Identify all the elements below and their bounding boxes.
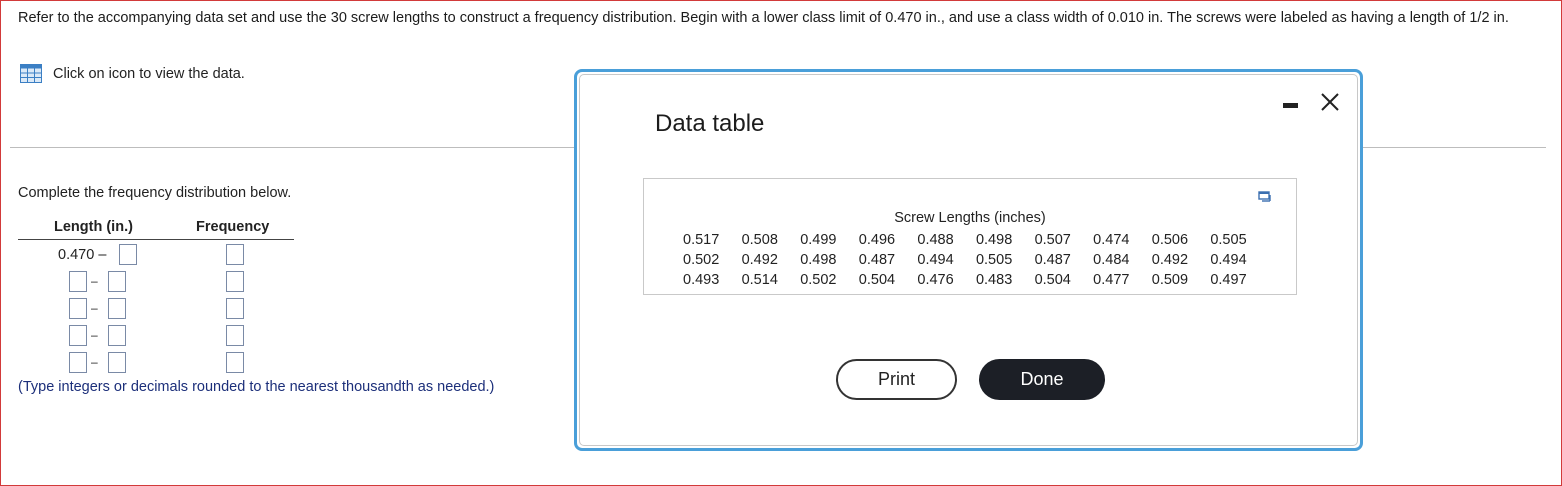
modal-title: Data table bbox=[655, 110, 765, 137]
length-column-header: Length (in.) bbox=[54, 219, 133, 235]
table-cell: 0.507 bbox=[1034, 232, 1071, 248]
minimize-icon[interactable] bbox=[1283, 103, 1298, 108]
frequency-input[interactable] bbox=[226, 325, 244, 346]
header-rule bbox=[18, 239, 294, 240]
upper-limit-input[interactable] bbox=[108, 271, 126, 292]
lower-limit-input[interactable] bbox=[69, 325, 87, 346]
table-cell: 0.487 bbox=[858, 252, 896, 268]
table-row: – bbox=[18, 351, 298, 375]
range-dash: – bbox=[91, 301, 98, 315]
table-cell: 0.494 bbox=[1210, 252, 1247, 268]
table-cell: 0.498 bbox=[800, 252, 837, 268]
table-cell: 0.487 bbox=[1034, 252, 1071, 268]
table-row: 0.517 0.508 0.499 0.496 0.488 0.498 0.507 0.474… bbox=[683, 230, 1269, 250]
data-table-box: Screw Lengths (inches) 0.517 0.508 0.499 0.… bbox=[643, 178, 1297, 295]
table-cell: 0.474 bbox=[1093, 232, 1130, 248]
copy-icon[interactable] bbox=[1258, 189, 1272, 203]
table-cell: 0.492 bbox=[741, 252, 778, 268]
table-cell: 0.505 bbox=[975, 252, 1013, 268]
upper-limit-input[interactable] bbox=[119, 244, 137, 265]
table-cell: 0.504 bbox=[858, 272, 896, 288]
table-row: 0.493 0.514 0.502 0.504 0.476 0.483 0.504 0.477… bbox=[683, 270, 1269, 290]
done-button[interactable]: Done bbox=[979, 359, 1105, 400]
table-row: – bbox=[18, 324, 298, 348]
screw-lengths-grid: 0.517 0.508 0.499 0.496 0.488 0.498 0.507 0.474… bbox=[683, 230, 1269, 290]
table-row: – bbox=[18, 297, 298, 321]
table-row: 0.502 0.492 0.498 0.487 0.494 0.505 0.487 0.484… bbox=[683, 250, 1269, 270]
frequency-column-header: Frequency bbox=[196, 219, 270, 235]
table-cell: 0.497 bbox=[1210, 272, 1247, 288]
range-dash: – bbox=[91, 355, 98, 369]
data-table-icon[interactable] bbox=[20, 64, 42, 83]
table-cell: 0.504 bbox=[1034, 272, 1071, 288]
table-cell: 0.499 bbox=[800, 232, 837, 248]
table-cell: 0.484 bbox=[1093, 252, 1130, 268]
table-cell: 0.505 bbox=[1210, 232, 1247, 248]
close-icon[interactable] bbox=[1319, 91, 1341, 113]
view-data-link[interactable]: Click on icon to view the data. bbox=[20, 64, 245, 83]
frequency-input[interactable] bbox=[226, 244, 244, 265]
table-cell: 0.493 bbox=[683, 272, 720, 288]
lower-limit-input[interactable] bbox=[69, 352, 87, 373]
table-cell: 0.488 bbox=[917, 232, 954, 248]
range-dash: – bbox=[91, 274, 98, 288]
table-cell: 0.498 bbox=[975, 232, 1013, 248]
view-data-label[interactable]: Click on icon to view the data. bbox=[53, 66, 245, 82]
frequency-input[interactable] bbox=[226, 352, 244, 373]
problem-statement: Refer to the accompanying data set and u… bbox=[18, 10, 1509, 26]
instruction-text: Complete the frequency distribution belo… bbox=[18, 185, 292, 201]
frequency-input[interactable] bbox=[226, 271, 244, 292]
lower-limit-input[interactable] bbox=[69, 298, 87, 319]
table-cell: 0.506 bbox=[1151, 232, 1189, 248]
table-cell: 0.477 bbox=[1093, 272, 1130, 288]
first-lower-limit: 0.470 – bbox=[58, 247, 107, 263]
rounding-note: (Type integers or decimals rounded to th… bbox=[18, 379, 495, 395]
range-dash: – bbox=[91, 328, 98, 342]
frequency-input[interactable] bbox=[226, 298, 244, 319]
table-cell: 0.494 bbox=[917, 252, 954, 268]
table-cell: 0.502 bbox=[683, 252, 720, 268]
table-cell: 0.508 bbox=[741, 232, 778, 248]
table-cell: 0.492 bbox=[1151, 252, 1189, 268]
table-cell: 0.496 bbox=[858, 232, 896, 248]
table-cell: 0.509 bbox=[1151, 272, 1189, 288]
table-cell: 0.483 bbox=[975, 272, 1013, 288]
table-cell: 0.514 bbox=[741, 272, 778, 288]
upper-limit-input[interactable] bbox=[108, 298, 126, 319]
table-cell: 0.517 bbox=[683, 232, 720, 248]
table-caption: Screw Lengths (inches) bbox=[894, 210, 1046, 226]
data-table-modal: Data table Screw Lengths (inches) 0.517 0… bbox=[574, 69, 1363, 451]
upper-limit-input[interactable] bbox=[108, 325, 126, 346]
upper-limit-input[interactable] bbox=[108, 352, 126, 373]
print-button[interactable]: Print bbox=[836, 359, 957, 400]
table-row: – bbox=[18, 270, 298, 294]
lower-limit-input[interactable] bbox=[69, 271, 87, 292]
table-cell: 0.502 bbox=[800, 272, 837, 288]
table-row: 0.470 – bbox=[18, 243, 298, 267]
table-cell: 0.476 bbox=[917, 272, 954, 288]
